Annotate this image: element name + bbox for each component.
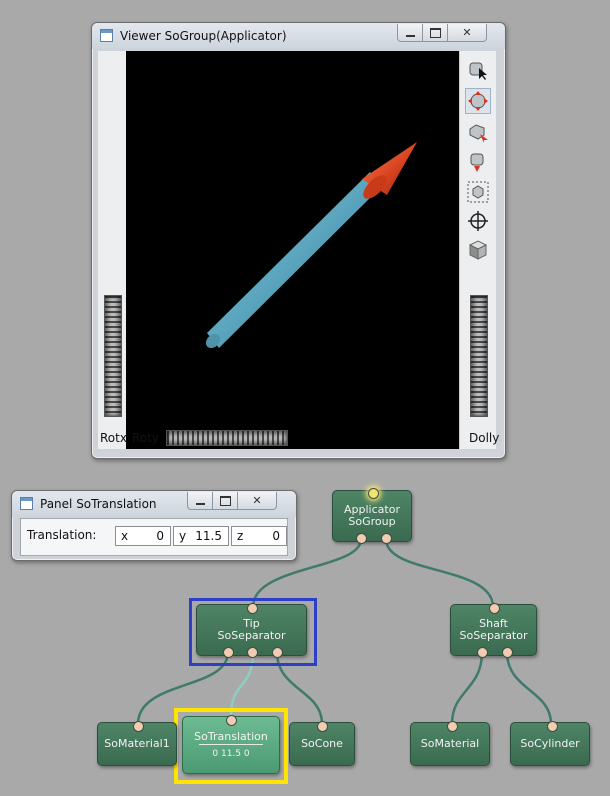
node-socone[interactable]: SoCone	[289, 721, 355, 766]
node-somaterial1[interactable]: SoMaterial1	[97, 721, 177, 766]
input-port[interactable]	[368, 488, 379, 499]
applicator-type: SoGroup	[348, 515, 396, 528]
shaft-type: SoSeparator	[459, 629, 528, 642]
output-port[interactable]	[502, 647, 513, 658]
input-port[interactable]	[133, 721, 144, 732]
output-port[interactable]	[272, 647, 283, 658]
wire-shaft-socylinder	[505, 651, 553, 725]
wire-applicator-tip	[251, 538, 363, 608]
wire-shaft-somaterial	[450, 651, 484, 725]
socone-label: SoCone	[301, 737, 343, 750]
node-applicator[interactable]: Applicator SoGroup	[332, 488, 412, 544]
node-sotranslation[interactable]: SoTranslation 0 11.5 0	[182, 715, 280, 774]
output-port[interactable]	[247, 647, 258, 658]
node-divider	[199, 743, 263, 745]
output-port[interactable]	[381, 533, 392, 544]
somaterial-label: SoMaterial	[420, 737, 480, 750]
input-port[interactable]	[317, 721, 328, 732]
input-port[interactable]	[547, 721, 558, 732]
node-socylinder[interactable]: SoCylinder	[510, 721, 590, 766]
node-somaterial[interactable]: SoMaterial	[410, 721, 490, 766]
node-tip[interactable]: Tip SoSeparator	[196, 603, 307, 658]
sotranslation-label: SoTranslation	[194, 729, 268, 743]
output-port[interactable]	[477, 647, 488, 658]
socylinder-label: SoCylinder	[520, 737, 580, 750]
input-port[interactable]	[226, 715, 237, 726]
input-port[interactable]	[447, 721, 458, 732]
wire-applicator-shaft	[384, 538, 495, 608]
input-port[interactable]	[247, 603, 258, 614]
node-shaft[interactable]: Shaft SoSeparator	[450, 603, 537, 658]
input-port[interactable]	[489, 603, 500, 614]
somaterial1-label: SoMaterial1	[104, 737, 170, 750]
sotranslation-value: 0 11.5 0	[212, 748, 250, 759]
graph-connections	[136, 538, 553, 725]
output-port[interactable]	[223, 647, 234, 658]
tip-type: SoSeparator	[217, 629, 286, 642]
output-port[interactable]	[356, 533, 367, 544]
